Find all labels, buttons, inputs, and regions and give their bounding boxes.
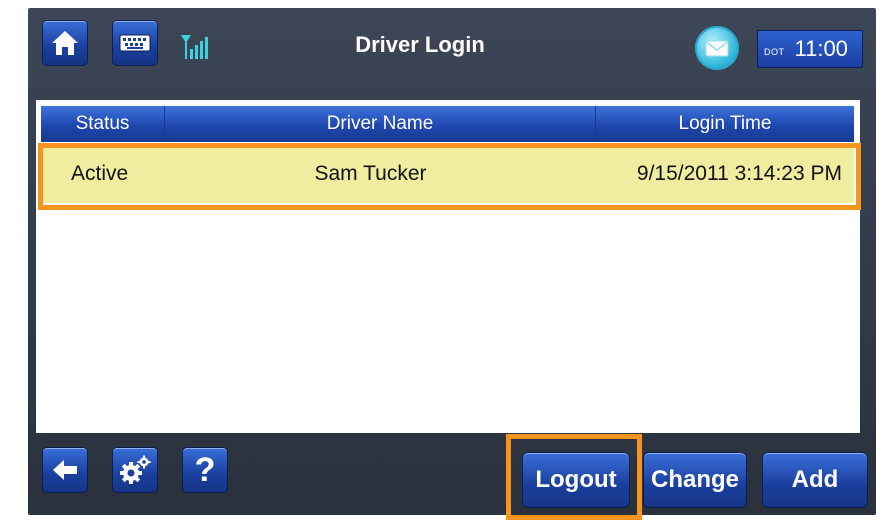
home-button[interactable]	[42, 20, 88, 66]
home-icon	[52, 31, 78, 55]
help-button[interactable]: ?	[182, 447, 228, 493]
keyboard-button[interactable]	[112, 20, 158, 66]
column-header-login-time[interactable]: Login Time	[596, 106, 854, 142]
column-header-status[interactable]: Status	[41, 106, 165, 142]
dot-clock[interactable]: DOT 11:00	[757, 30, 863, 68]
signal-strength-icon	[181, 35, 208, 59]
mail-icon	[705, 40, 729, 56]
settings-icon	[120, 455, 151, 484]
change-button[interactable]: Change	[643, 452, 747, 508]
add-button[interactable]: Add	[762, 452, 868, 508]
messages-button[interactable]	[695, 26, 739, 70]
table-row[interactable]: Active Sam Tucker 9/15/2011 3:14:23 PM	[41, 145, 854, 203]
clock-time: 11:00	[794, 36, 848, 61]
driver-table: Status Driver Name Login Time Active Sam…	[36, 100, 860, 433]
cell-login-time: 9/15/2011 3:14:23 PM	[636, 162, 842, 185]
logout-button[interactable]: Logout	[522, 452, 630, 508]
cell-status: Active	[71, 162, 129, 185]
cell-driver-name: Sam Tucker	[314, 162, 427, 185]
dot-label: DOT	[764, 47, 785, 57]
back-button[interactable]	[42, 447, 88, 493]
back-arrow-icon	[53, 460, 77, 480]
page-title: Driver Login	[355, 32, 485, 57]
settings-button[interactable]	[112, 447, 158, 493]
table-header: Status Driver Name Login Time	[41, 106, 854, 142]
column-header-driver-name[interactable]: Driver Name	[165, 106, 596, 142]
keyboard-icon	[119, 34, 151, 52]
